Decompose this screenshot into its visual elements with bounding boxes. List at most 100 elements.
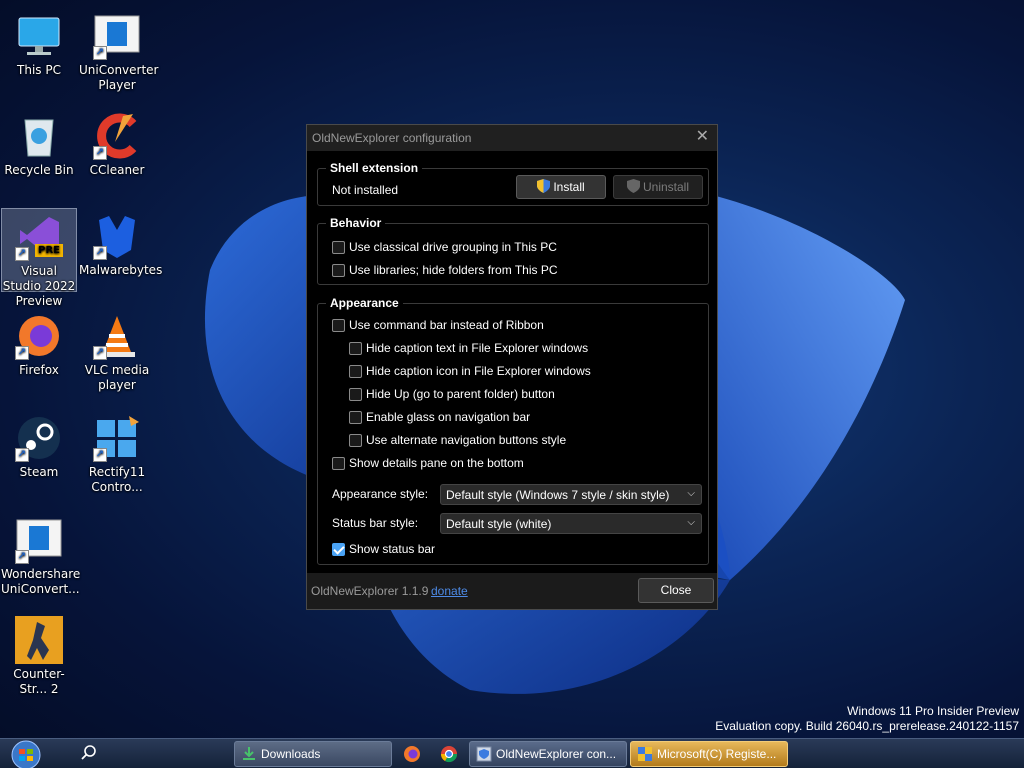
shortcut-arrow-icon: ↗ <box>93 246 107 260</box>
watermark-line-1: Windows 11 Pro Insider Preview <box>847 704 1019 718</box>
checkbox-box[interactable] <box>349 364 362 378</box>
appearance-style-select[interactable]: Default style (Windows 7 style / skin st… <box>440 484 702 505</box>
chevron-down-icon: ⌵ <box>687 488 695 499</box>
desktop-icon-ccleaner[interactable]: ↗ CCleaner <box>79 108 155 178</box>
shortcut-arrow-icon: ↗ <box>15 247 29 261</box>
firefox-taskbar-icon[interactable] <box>403 745 421 766</box>
checkbox-box[interactable] <box>349 410 362 424</box>
desktop-icon-wondershare[interactable]: ↗ Wondershare UniConvert... <box>1 512 81 597</box>
shortcut-arrow-icon: ↗ <box>93 46 107 60</box>
recycle-bin-icon <box>15 112 63 160</box>
details-pane-checkbox[interactable]: Show details pane on the bottom <box>332 456 524 470</box>
checkbox-box[interactable] <box>332 456 345 470</box>
windows-orb-icon <box>11 740 41 768</box>
start-button[interactable] <box>6 739 46 768</box>
uac-shield-icon <box>638 747 652 761</box>
desktop-icon-label: UniConverter Player <box>79 63 159 92</box>
checkbox-label: Hide caption text in File Explorer windo… <box>366 341 589 355</box>
show-status-bar-checkbox[interactable]: Show status bar <box>332 542 435 556</box>
taskbar: Downloads OldNewExplorer con... Microsof… <box>0 738 1024 768</box>
task-label: Microsoft(C) Registe... <box>657 747 777 761</box>
uninstall-button[interactable]: Uninstall <box>613 175 703 199</box>
uac-shield-icon <box>537 179 551 193</box>
desktop-icon-label: VLC media player <box>84 363 150 392</box>
status-bar-style-select[interactable]: Default style (white) ⌵ <box>440 513 702 534</box>
checkbox-label: Use alternate navigation buttons style <box>366 433 567 447</box>
desktop-icon-label: Rectify11 Contro... <box>88 465 146 494</box>
visual-studio-icon: PRE ↗ <box>15 213 63 261</box>
checkbox-box[interactable] <box>332 263 345 277</box>
oldnewexplorer-app-icon <box>476 746 492 762</box>
appearance-style-label: Appearance style: <box>332 487 429 501</box>
shell-extension-group: Shell extension Not installed Install Un… <box>317 161 709 206</box>
close-button[interactable]: Close <box>638 578 714 603</box>
behavior-title: Behavior <box>326 216 386 230</box>
shortcut-arrow-icon: ↗ <box>93 146 107 160</box>
enable-glass-checkbox[interactable]: Enable glass on navigation bar <box>349 410 530 424</box>
desktop-icon-recycle-bin[interactable]: Recycle Bin <box>1 108 77 178</box>
install-label: Install <box>553 180 585 194</box>
firefox-icon: ↗ <box>15 312 63 360</box>
checkbox-box[interactable] <box>349 341 362 355</box>
shortcut-arrow-icon: ↗ <box>93 346 107 360</box>
desktop-icon-this-pc[interactable]: This PC <box>1 8 77 78</box>
desktop-icon-label: Recycle Bin <box>4 163 74 177</box>
install-button[interactable]: Install <box>516 175 606 199</box>
hide-caption-text-checkbox[interactable]: Hide caption text in File Explorer windo… <box>349 341 588 355</box>
preview-badge: PRE <box>35 244 63 257</box>
desktop-icon-label: Steam <box>19 465 59 479</box>
status-bar-style-label: Status bar style: <box>332 516 419 530</box>
shortcut-arrow-icon: ↗ <box>15 346 29 360</box>
alternate-nav-buttons-checkbox[interactable]: Use alternate navigation buttons style <box>349 433 566 447</box>
chrome-taskbar-icon[interactable] <box>440 745 458 766</box>
checkbox-box[interactable] <box>332 318 345 332</box>
desktop-icon-steam[interactable]: ↗ Steam <box>1 410 77 480</box>
dialog-titlebar[interactable]: OldNewExplorer configuration ✕ <box>307 125 717 151</box>
close-icon[interactable]: ✕ <box>696 129 709 145</box>
task-label: OldNewExplorer con... <box>496 747 617 761</box>
desktop-icon-label: Wondershare UniConvert... <box>1 567 81 596</box>
desktop-icon-firefox[interactable]: ↗ Firefox <box>1 308 77 378</box>
desktop-icon-rectify11[interactable]: ↗ Rectify11 Contro... <box>79 410 155 495</box>
taskbar-registry[interactable]: Microsoft(C) Registe... <box>630 741 788 767</box>
desktop-icon-visual-studio[interactable]: PRE ↗ Visual Studio 2022 Preview <box>1 208 77 308</box>
dialog-title: OldNewExplorer configuration <box>312 131 472 145</box>
appearance-title: Appearance <box>326 296 403 310</box>
taskbar-downloads[interactable]: Downloads <box>234 741 392 767</box>
shortcut-arrow-icon: ↗ <box>93 448 107 462</box>
checkbox-box[interactable] <box>349 387 362 401</box>
watermark-line-2: Evaluation copy. Build 26040.rs_prerelea… <box>715 719 1019 733</box>
desktop-icon-label: This PC <box>17 63 61 77</box>
donate-link[interactable]: donate <box>431 584 468 598</box>
uninstall-label: Uninstall <box>642 180 690 194</box>
version-label: OldNewExplorer 1.1.9 <box>311 584 429 598</box>
steam-icon: ↗ <box>15 414 63 462</box>
oldnewexplorer-dialog: OldNewExplorer configuration ✕ Shell ext… <box>306 124 718 610</box>
checkbox-label: Show details pane on the bottom <box>349 456 524 470</box>
hide-up-button-checkbox[interactable]: Hide Up (go to parent folder) button <box>349 387 555 401</box>
search-icon[interactable] <box>80 744 98 765</box>
classical-drive-grouping-checkbox[interactable]: Use classical drive grouping in This PC <box>332 240 557 254</box>
checkbox-label: Use libraries; hide folders from This PC <box>349 263 558 277</box>
shell-extension-status: Not installed <box>332 183 399 197</box>
dialog-footer: OldNewExplorer 1.1.9 donate Close <box>307 573 717 609</box>
checkbox-label: Hide caption icon in File Explorer windo… <box>366 364 591 378</box>
desktop-icon-label: Firefox <box>19 363 59 377</box>
checkbox-label: Use command bar instead of Ribbon <box>349 318 544 332</box>
command-bar-checkbox[interactable]: Use command bar instead of Ribbon <box>332 318 544 332</box>
use-libraries-checkbox[interactable]: Use libraries; hide folders from This PC <box>332 263 558 277</box>
checkbox-box[interactable] <box>332 240 345 254</box>
desktop-icon-label: Malwarebytes <box>79 263 163 277</box>
shell-extension-title: Shell extension <box>326 161 423 175</box>
checkbox-box[interactable] <box>332 542 345 556</box>
desktop-icon-counter-strike[interactable]: Counter-Str... 2 <box>1 612 77 697</box>
desktop-icon-uniconverter-player[interactable]: ↗ UniConverter Player <box>79 8 159 93</box>
hide-caption-icon-checkbox[interactable]: Hide caption icon in File Explorer windo… <box>349 364 591 378</box>
checkbox-box[interactable] <box>349 433 362 447</box>
chevron-down-icon: ⌵ <box>687 517 695 528</box>
desktop-icon-malwarebytes[interactable]: ↗ Malwarebytes <box>79 208 163 278</box>
desktop-icon-vlc[interactable]: ↗ VLC media player <box>79 308 155 393</box>
taskbar-oldnewexplorer[interactable]: OldNewExplorer con... <box>469 741 627 767</box>
rectify11-icon: ↗ <box>93 414 141 462</box>
ccleaner-icon: ↗ <box>93 112 141 160</box>
